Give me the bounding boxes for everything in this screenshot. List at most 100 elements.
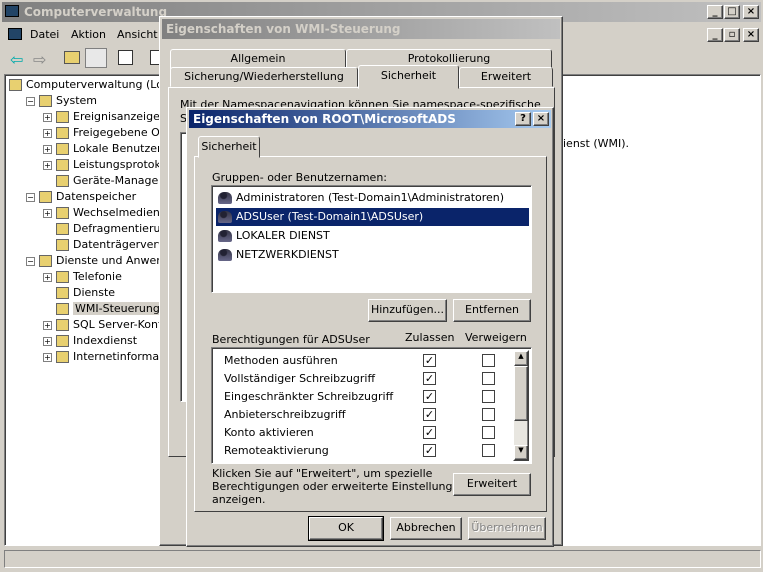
tree-item[interactable]: + Wechselmedien — [43, 205, 160, 221]
tree-item[interactable]: + SQL Server-Konfiguration — [43, 317, 160, 333]
deny-checkbox[interactable] — [482, 390, 495, 403]
tree-item[interactable]: + Indexdienst — [43, 333, 137, 349]
advanced-button[interactable]: Erweitert — [453, 473, 531, 496]
show-tree-icon[interactable] — [85, 48, 107, 68]
tree-item[interactable]: Defragmentierung — [43, 221, 160, 237]
node-icon — [39, 95, 52, 107]
back-icon[interactable]: ⇦ — [10, 50, 23, 69]
node-icon — [56, 239, 69, 251]
deny-checkbox[interactable] — [482, 426, 495, 439]
menu-ansicht[interactable]: Ansicht — [117, 28, 158, 41]
root-title: Eigenschaften von ROOT\MicrosoftADS — [193, 112, 456, 126]
deny-checkbox[interactable] — [482, 354, 495, 367]
expand-icon[interactable]: + — [43, 160, 52, 170]
tree-item[interactable]: − Datenspeicher — [26, 189, 136, 205]
deny-checkbox[interactable] — [482, 444, 495, 457]
cancel-button[interactable]: Abbrechen — [390, 517, 462, 540]
permission-name: Remoteaktivierung — [224, 444, 329, 457]
user-list-item[interactable]: LOKALER DIENST — [216, 227, 330, 245]
expand-icon[interactable]: + — [43, 272, 52, 282]
allow-checkbox[interactable]: ✓ — [423, 426, 436, 439]
tree-item[interactable]: + Leistungsprotokolle und Warnungen — [43, 157, 161, 173]
console-tree[interactable]: Computerverwaltung (Lokal) − System + Ereign… — [4, 74, 161, 546]
allow-checkbox[interactable]: ✓ — [423, 390, 436, 403]
tree-item[interactable]: Dienste — [43, 285, 115, 301]
scroll-up-button[interactable]: ▲ — [514, 351, 528, 366]
tree-item[interactable]: Geräte-Manager — [43, 173, 160, 189]
tree-item[interactable]: − Dienste und Anwendungen — [26, 253, 160, 269]
close-button[interactable]: × — [743, 5, 759, 19]
tab-allgemein[interactable]: Allgemein — [170, 49, 346, 69]
deny-checkbox[interactable] — [482, 372, 495, 385]
help-button[interactable]: ? — [515, 112, 531, 126]
collapse-icon[interactable]: − — [26, 96, 35, 106]
up-folder-icon[interactable] — [64, 51, 80, 64]
scroll-thumb[interactable] — [514, 366, 528, 421]
permissions-list[interactable]: ▲ ▼ Methoden ausführen ✓ Vollständiger Sch… — [211, 347, 532, 464]
scroll-down-button[interactable]: ▼ — [514, 445, 528, 460]
tree-item[interactable]: + Freigegebene Ordner — [43, 125, 160, 141]
tree-item-label: Leistungsprotokolle und Warnungen — [73, 158, 161, 171]
tab-sicherheit-root[interactable]: Sicherheit — [198, 136, 260, 158]
tree-item[interactable]: WMI-Steuerung — [43, 301, 160, 317]
ok-button[interactable]: OK — [308, 516, 384, 541]
allow-checkbox[interactable]: ✓ — [423, 408, 436, 421]
expand-icon[interactable]: + — [43, 336, 52, 346]
tree-item[interactable]: Computerverwaltung (Lokal) — [9, 77, 160, 93]
tree-item-label: Dienste — [73, 286, 116, 299]
allow-checkbox[interactable]: ✓ — [423, 444, 436, 457]
tree-item[interactable]: − System — [26, 93, 97, 109]
permission-name: Konto aktivieren — [224, 426, 314, 439]
add-button[interactable]: Hinzufügen... — [368, 299, 447, 322]
allow-checkbox[interactable]: ✓ — [423, 354, 436, 367]
properties-icon[interactable] — [118, 50, 133, 65]
tree-item[interactable]: + Ereignisanzeige — [43, 109, 160, 125]
expand-icon[interactable]: + — [43, 128, 52, 138]
maximize-button[interactable]: □ — [724, 5, 740, 19]
apply-button[interactable]: Übernehmen — [468, 517, 546, 540]
node-icon — [56, 127, 69, 139]
forward-icon[interactable]: ⇨ — [33, 50, 46, 69]
tree-item[interactable]: + Lokale Benutzer und Gruppen — [43, 141, 160, 157]
child-close-button[interactable]: × — [743, 28, 759, 42]
child-minimize-button[interactable]: _ — [707, 28, 723, 42]
child-restore-button[interactable]: ▫ — [724, 28, 740, 42]
tree-item-label: Ereignisanzeige — [73, 110, 160, 123]
tree-item[interactable]: + Telefonie — [43, 269, 122, 285]
expand-icon[interactable]: + — [43, 112, 52, 122]
dialog-close-button[interactable]: × — [533, 112, 549, 126]
expand-icon[interactable]: + — [43, 352, 52, 362]
deny-checkbox[interactable] — [482, 408, 495, 421]
collapse-icon[interactable]: − — [26, 192, 35, 202]
expand-icon[interactable]: + — [43, 208, 52, 218]
tree-item-label: Wechselmedien — [73, 206, 160, 219]
groups-label: Gruppen- oder Benutzernamen: — [212, 171, 388, 184]
tree-item-label: Indexdienst — [73, 334, 138, 347]
permission-row: Remoteaktivierung ✓ — [212, 442, 513, 460]
tree-item[interactable]: + Internetinformationsdienste — [43, 349, 160, 365]
collapse-icon[interactable]: − — [26, 256, 35, 266]
user-list-item[interactable]: ADSUser (Test-Domain1\ADSUser) — [216, 208, 529, 226]
permission-name: Anbieterschreibzugriff — [224, 408, 346, 421]
menu-aktion[interactable]: Aktion — [71, 28, 106, 41]
tree-item[interactable]: Datenträgerverwaltung — [43, 237, 160, 253]
permission-name: Eingeschränkter Schreibzugriff — [224, 390, 394, 403]
advanced-hint-line: anzeigen. — [212, 493, 266, 506]
tab-sicherheit[interactable]: Sicherheit — [358, 65, 459, 89]
user-list-item[interactable]: Administratoren (Test-Domain1\Administra… — [216, 189, 504, 207]
allow-checkbox[interactable]: ✓ — [423, 372, 436, 385]
minimize-button[interactable]: _ — [707, 5, 723, 19]
remove-button[interactable]: Entfernen — [453, 299, 531, 322]
scrollbar[interactable]: ▲ ▼ — [513, 350, 529, 461]
menu-datei[interactable]: Datei — [30, 28, 59, 41]
user-list-item[interactable]: NETZWERKDIENST — [216, 246, 339, 264]
wmi-titlebar: Eigenschaften von WMI-Steuerung — [162, 19, 560, 39]
node-icon — [56, 319, 69, 331]
permissions-label: Berechtigungen für ADSUser — [212, 333, 370, 346]
tab-sicherung[interactable]: Sicherung/Wiederherstellung — [170, 67, 358, 87]
expand-icon[interactable]: + — [43, 144, 52, 154]
expand-icon[interactable]: + — [43, 320, 52, 330]
node-icon — [56, 351, 69, 363]
tab-erweitert[interactable]: Erweitert — [459, 67, 553, 87]
users-list[interactable]: Administratoren (Test-Domain1\Administra… — [211, 185, 532, 293]
